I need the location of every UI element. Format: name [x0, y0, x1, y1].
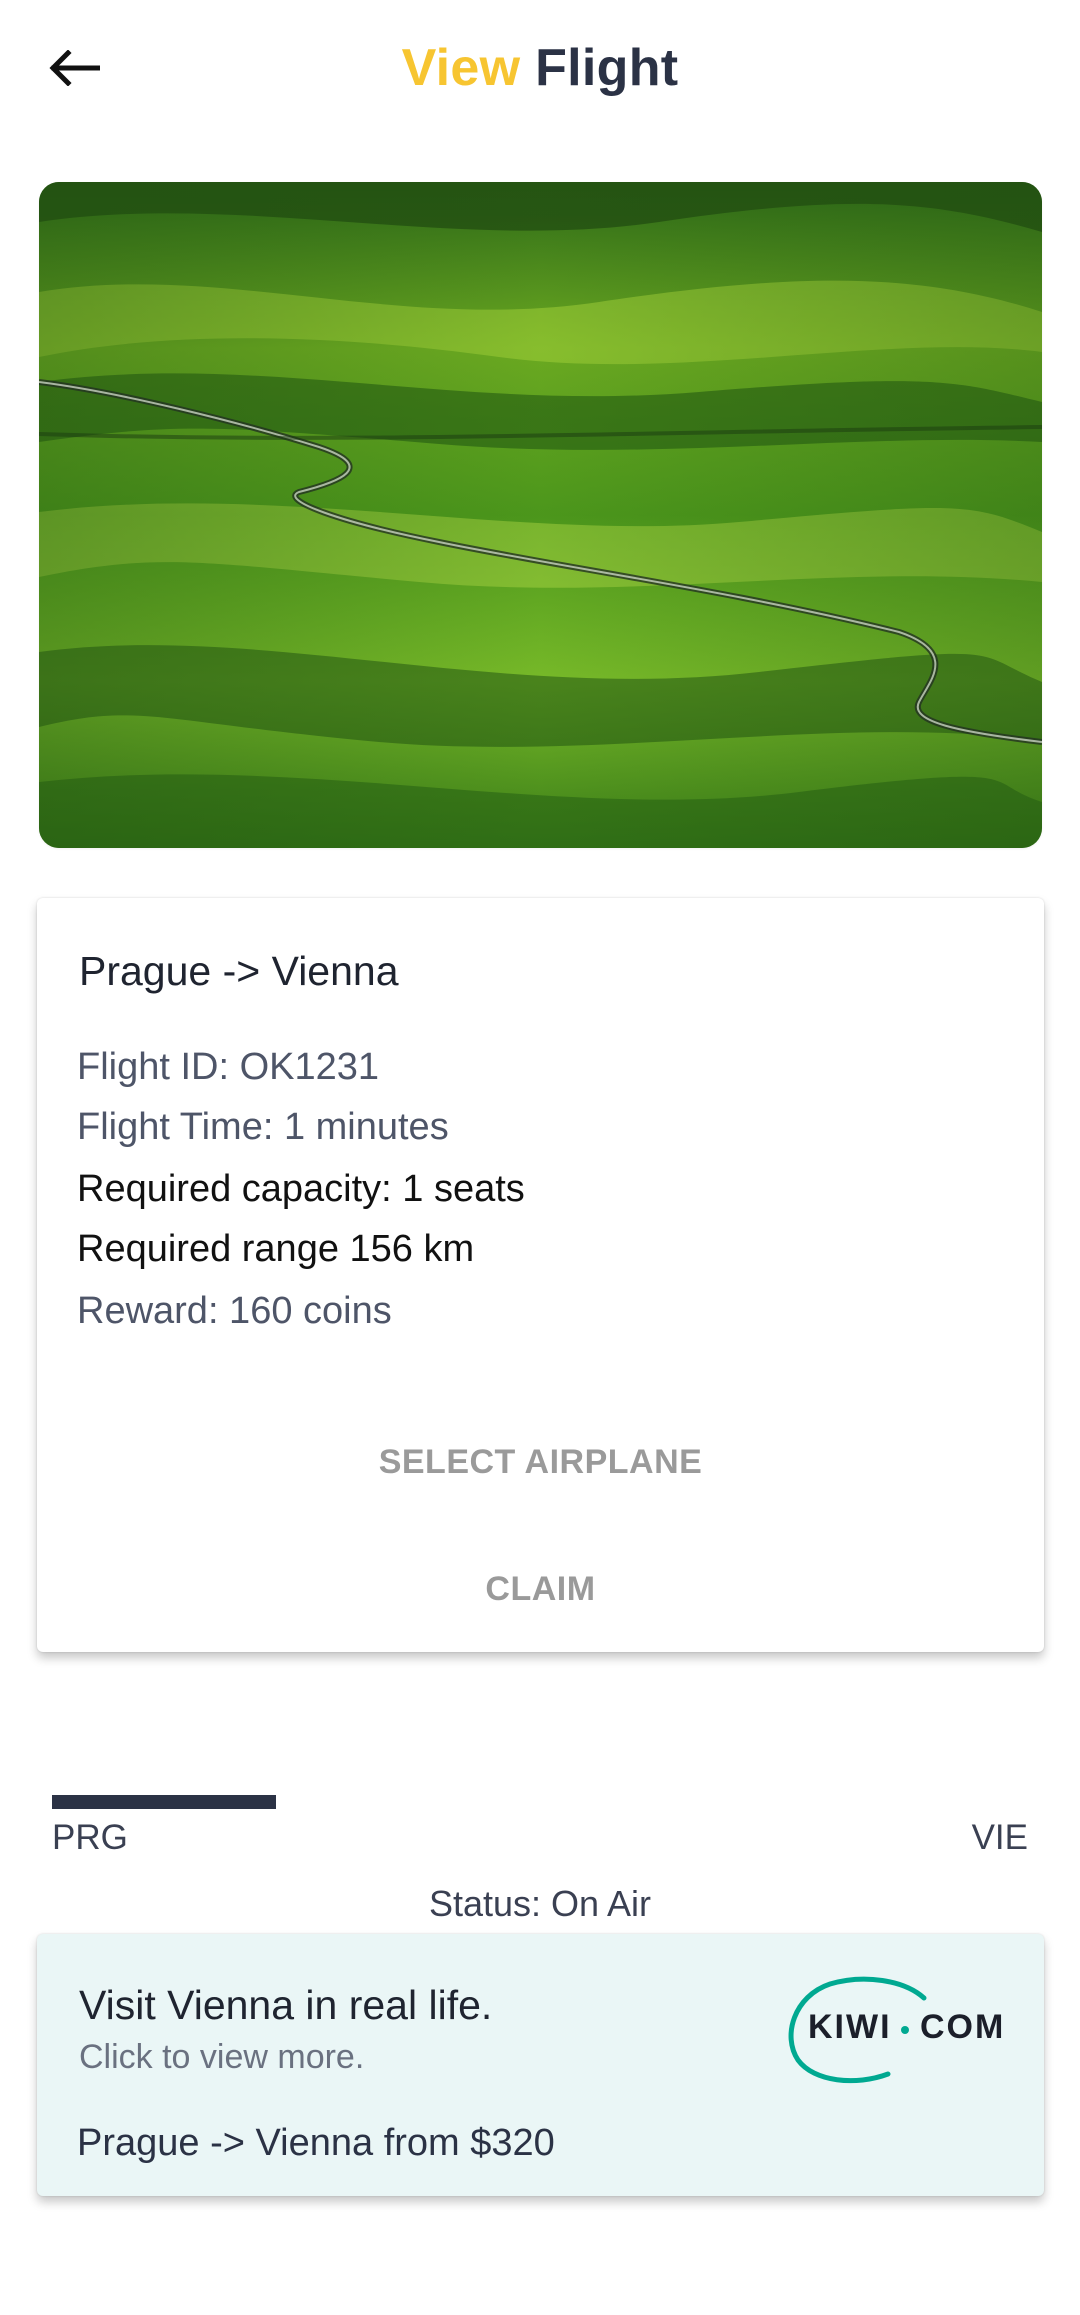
kiwi-logo: KIWI COM	[784, 1976, 1008, 2086]
page-title-accent: View	[401, 39, 521, 97]
flight-progress-bar	[52, 1795, 1028, 1809]
claim-button[interactable]: CLAIM	[37, 1570, 1044, 1609]
promo-card[interactable]: Visit Vienna in real life. Click to view…	[37, 1934, 1044, 2196]
flight-time: Flight Time: 1 minutes	[77, 1106, 449, 1148]
promo-offer: Prague -> Vienna from $320	[77, 2122, 555, 2164]
required-range: Required range 156 km	[77, 1228, 475, 1270]
promo-subtitle: Click to view more.	[79, 2038, 365, 2076]
origin-airport-code: PRG	[52, 1818, 128, 1857]
destination-image	[39, 182, 1042, 848]
flight-route: Prague -> Vienna	[79, 948, 399, 994]
promo-title: Visit Vienna in real life.	[79, 1982, 493, 2028]
flight-card: Prague -> Vienna Flight ID: OK1231 Fligh…	[37, 898, 1044, 1652]
app-header: View Flight	[0, 0, 1080, 140]
flight-id: Flight ID: OK1231	[77, 1046, 380, 1088]
kiwi-logo-dot	[901, 2026, 909, 2034]
destination-airport-code: VIE	[971, 1818, 1028, 1857]
flight-progress-fill	[52, 1795, 277, 1809]
reward: Reward: 160 coins	[77, 1290, 392, 1332]
flight-status: Status: On Air	[428, 1883, 652, 1924]
kiwi-logo-text: KIWI	[808, 2008, 892, 2046]
kiwi-logo-com-text: COM	[920, 2008, 1006, 2046]
page-title: View Flight	[0, 38, 1080, 98]
page-title-main: Flight	[535, 39, 679, 97]
required-capacity: Required capacity: 1 seats	[77, 1168, 525, 1210]
select-airplane-button[interactable]: SELECT AIRPLANE	[37, 1443, 1044, 1482]
